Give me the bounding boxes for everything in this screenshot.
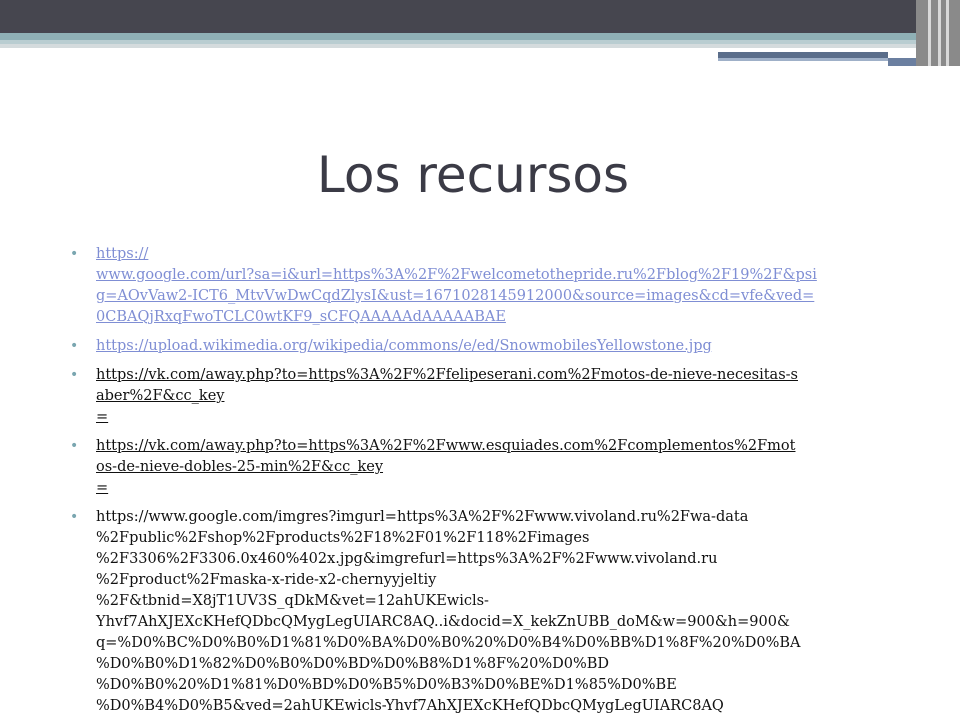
- resource-link[interactable]: https://www.google.com/url?sa=i&url=http…: [96, 246, 817, 325]
- bullet-dot-icon: •: [70, 509, 79, 525]
- resource-item: • https://www.google.com/imgres?imgurl=ht…: [70, 507, 910, 717]
- resource-link[interactable]: https://upload.wikimedia.org/wikipedia/c…: [96, 338, 712, 354]
- right-corner-decoration: [916, 0, 960, 66]
- resource-item: • https://upload.wikimedia.org/wikipedia/…: [70, 336, 910, 357]
- bullet-dot-icon: •: [70, 338, 79, 354]
- accent-bar-end: [888, 58, 916, 66]
- bullet-dot-icon: •: [70, 367, 79, 383]
- gray-stripe: [0, 44, 960, 48]
- top-decorative-bar: [0, 0, 960, 33]
- resource-link[interactable]: https://vk.com/away.php?to=https%3A%2F%2…: [96, 438, 795, 496]
- accent-bar-secondary: [718, 58, 888, 61]
- bullet-dot-icon: •: [70, 246, 79, 262]
- resource-item: • https://vk.com/away.php?to=https%3A%2F%…: [70, 436, 910, 499]
- resource-link[interactable]: https://vk.com/away.php?to=https%3A%2F%2…: [96, 367, 798, 425]
- slide: Los recursos • https://www.google.com/url…: [0, 0, 960, 720]
- bullet-dot-icon: •: [70, 438, 79, 454]
- slide-title: Los recursos: [316, 146, 630, 204]
- bullet-list: • https://www.google.com/url?sa=i&url=htt…: [70, 244, 910, 720]
- teal-stripe: [0, 33, 960, 40]
- resource-item: • https://www.google.com/url?sa=i&url=htt…: [70, 244, 910, 328]
- resource-item: • https://vk.com/away.php?to=https%3A%2F%…: [70, 365, 910, 428]
- resource-text: https://www.google.com/imgres?imgurl=htt…: [96, 509, 801, 714]
